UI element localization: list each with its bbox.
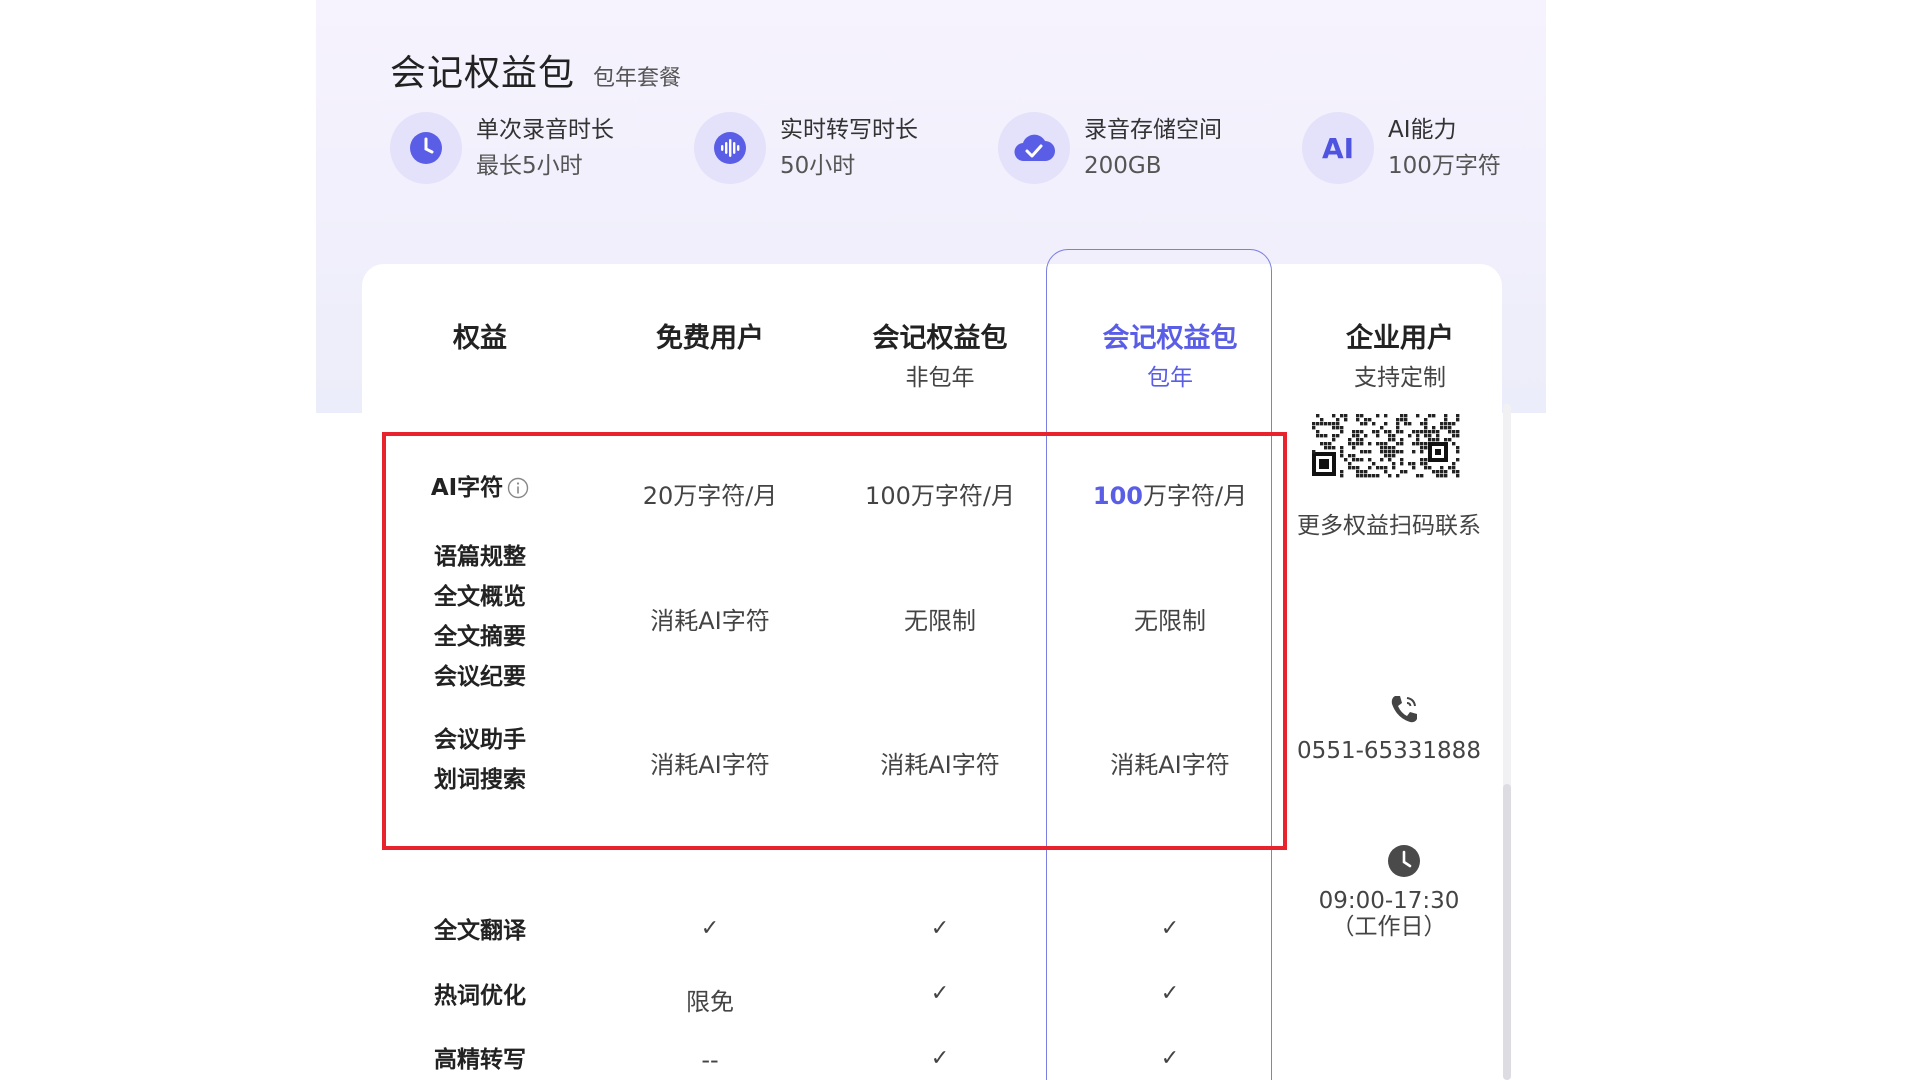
qr-caption: 更多权益扫码联系 (1297, 513, 1481, 539)
contact-phone-number: 0551-65331888 (1297, 738, 1481, 764)
page-subtitle: 包年套餐 (593, 66, 682, 91)
soundwave-icon (694, 112, 766, 184)
check-icon: ✓ (1160, 981, 1180, 1006)
clock-icon (1387, 844, 1421, 882)
business-hours-time: 09:00-17:30 (1318, 888, 1460, 914)
row-label-translate: 全文翻译 (434, 918, 526, 944)
feature-value: 100万字符 (1388, 153, 1501, 179)
feature-storage: 录音存储空间 200GB (998, 112, 1222, 184)
highlight-annotation-box (382, 432, 1287, 850)
feature-value: 200GB (1084, 153, 1162, 179)
feature-realtime-transcription: 实时转写时长 50小时 (694, 112, 918, 184)
check-icon: ✓ (1160, 916, 1180, 941)
feature-label: 单次录音时长 (476, 117, 614, 143)
feature-label: AI能力 (1388, 117, 1457, 143)
scrollbar-thumb[interactable] (1503, 784, 1511, 1080)
col-header-enterprise: 企业用户 (1346, 323, 1454, 354)
col-subheader-enterprise: 支持定制 (1354, 365, 1446, 391)
feature-value: 最长5小时 (476, 153, 583, 179)
check-icon: ✓ (1160, 1046, 1180, 1071)
feature-label: 实时转写时长 (780, 117, 918, 143)
check-icon: ✓ (930, 1046, 950, 1071)
feature-recording-duration: 单次录音时长 最长5小时 (390, 112, 614, 184)
feature-value: 50小时 (780, 153, 856, 179)
feature-label: 录音存储空间 (1084, 117, 1222, 143)
col-header-free: 免费用户 (656, 323, 764, 354)
clock-icon (390, 112, 462, 184)
ai-icon: AI (1302, 112, 1374, 184)
col-header-benefit: 权益 (453, 323, 507, 354)
check-icon: ✓ (930, 916, 950, 941)
business-hours: 09:00-17:30 （工作日） (1274, 888, 1504, 940)
check-icon: ✓ (700, 916, 720, 941)
col-subheader-package: 非包年 (905, 365, 975, 391)
package-title-row: 会记权益包 包年套餐 (390, 44, 681, 96)
phone-icon (1387, 692, 1421, 730)
cell-hq-free: -- (701, 1046, 719, 1074)
cell-hotword-free: 限免 (686, 988, 734, 1016)
col-header-package: 会记权益包 (872, 323, 1008, 354)
col-subheader-package-yearly: 包年 (1147, 365, 1193, 391)
check-icon: ✓ (930, 981, 950, 1006)
cloud-check-icon (998, 112, 1070, 184)
ai-icon-text: AI (1321, 131, 1355, 165)
page-title: 会记权益包 (390, 53, 576, 94)
feature-ai-capability: AI AI能力 100万字符 (1302, 112, 1501, 184)
business-hours-note: （工作日） (1331, 914, 1447, 940)
qr-code-image (1310, 412, 1462, 480)
feature-list: 单次录音时长 最长5小时 实时转写时长 50小时 录音存储空间 200GB AI… (390, 112, 1530, 188)
col-header-package-yearly: 会记权益包 (1102, 323, 1238, 354)
row-label-hq-transcription: 高精转写 (434, 1047, 526, 1073)
row-label-hotword: 热词优化 (434, 983, 526, 1009)
